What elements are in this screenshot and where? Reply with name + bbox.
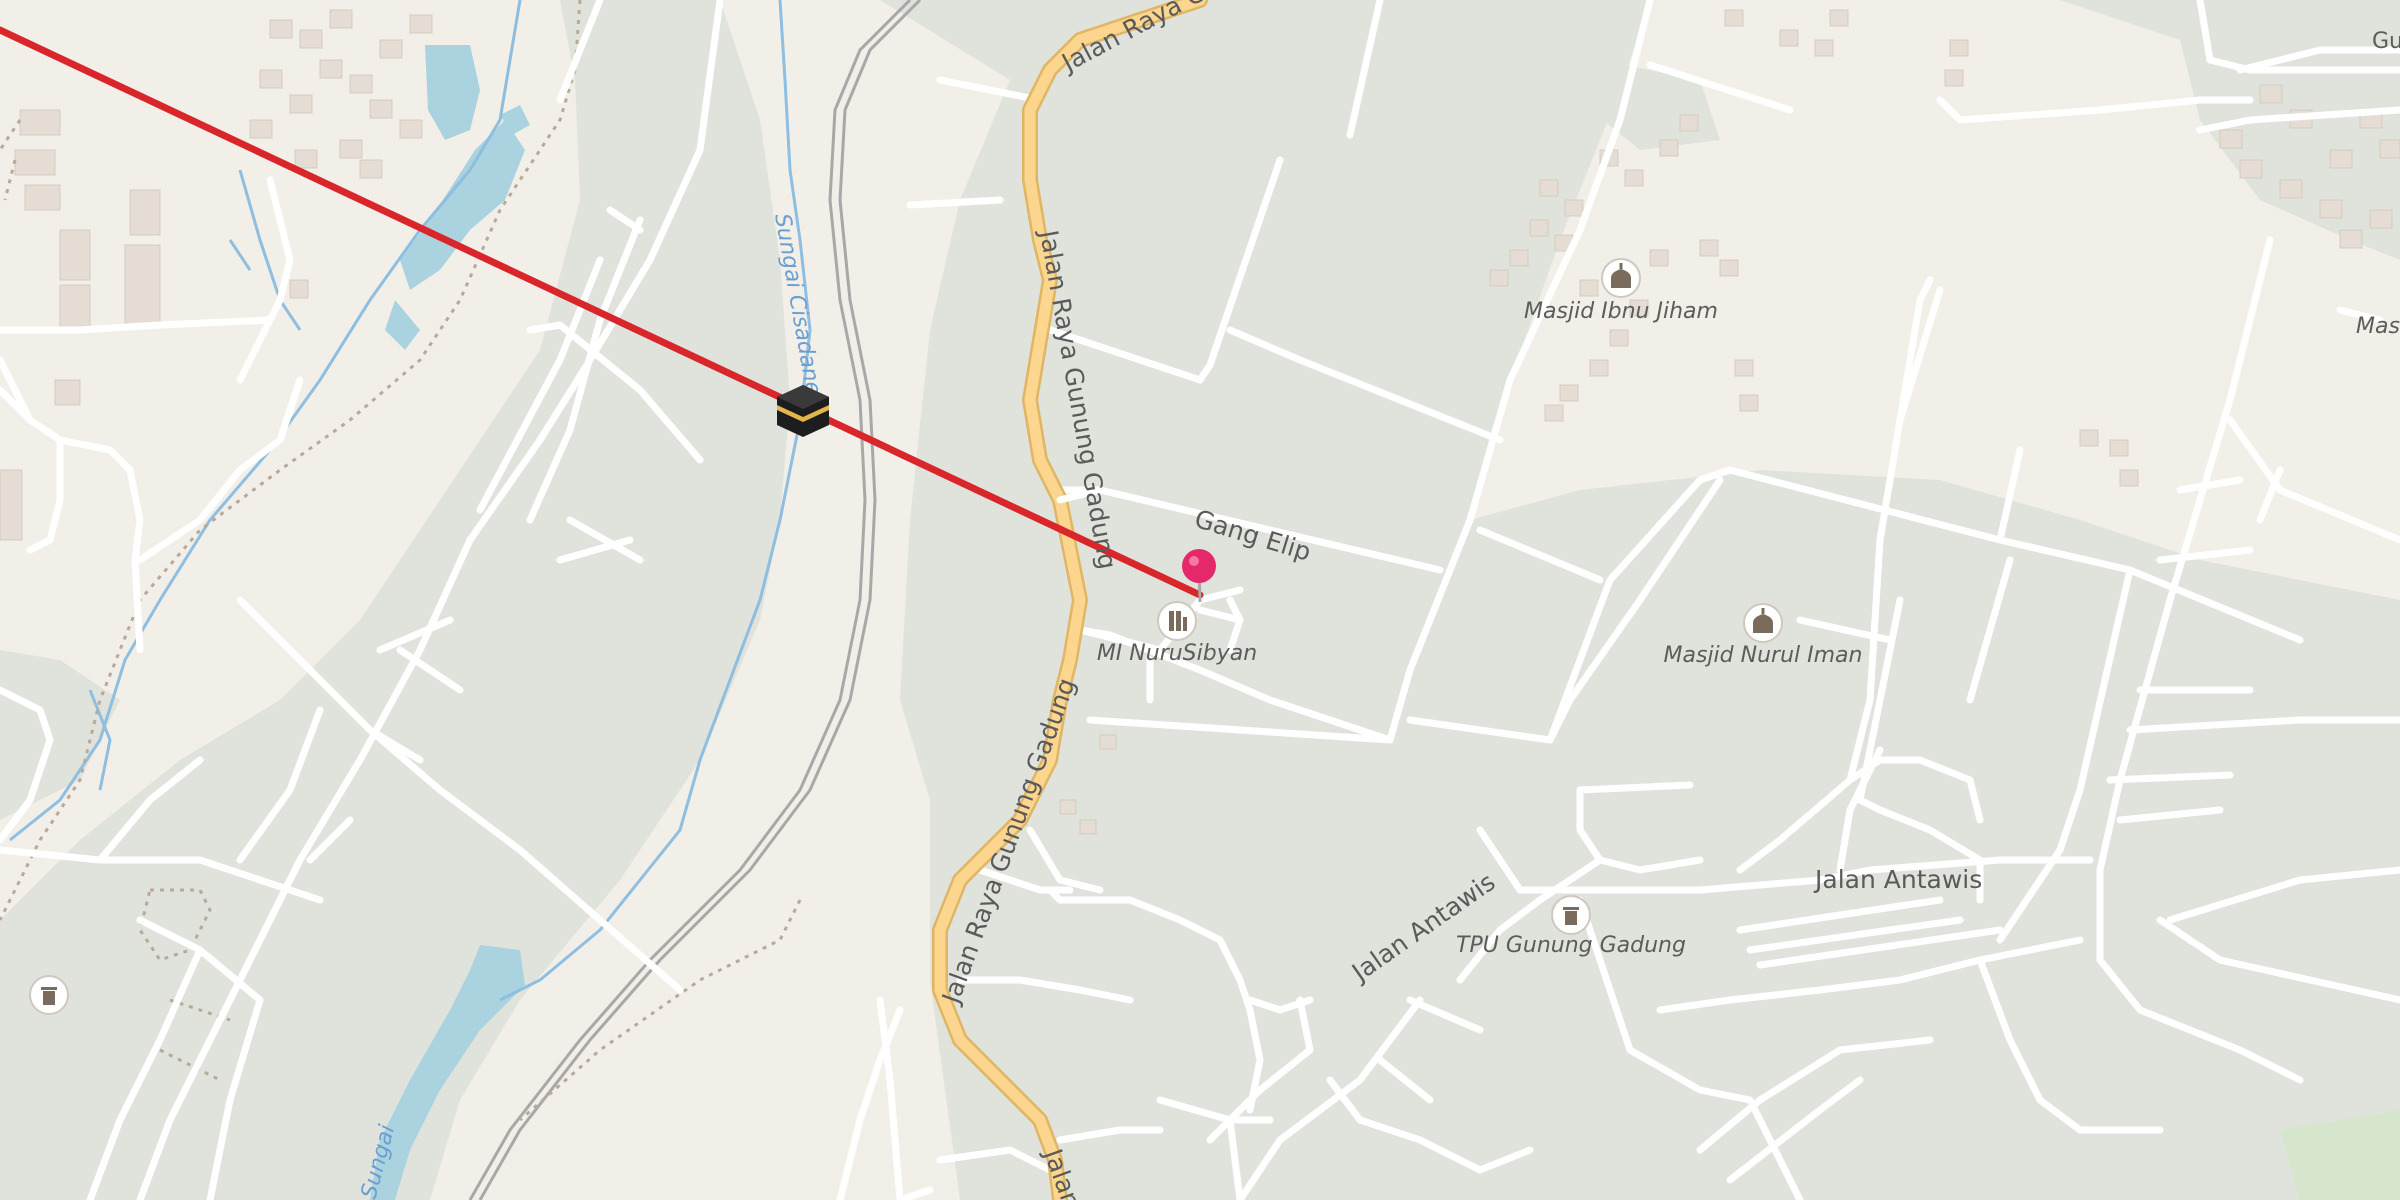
edge-label-top-right: Gu bbox=[2372, 29, 2400, 54]
poi-label: TPU Gunung Gadung bbox=[1456, 933, 1686, 958]
poi-label: MI NuruSibyan bbox=[1097, 641, 1257, 666]
edge-label-right: Mas bbox=[2356, 314, 2400, 339]
mosque-icon bbox=[1601, 258, 1641, 298]
poi-label: Masjid Nurul Iman bbox=[1664, 643, 1863, 668]
cemetery-icon bbox=[1551, 895, 1591, 935]
cemetery-icon[interactable] bbox=[29, 975, 69, 1015]
mosque-icon bbox=[1743, 603, 1783, 643]
school-icon bbox=[1157, 601, 1197, 641]
road-label-antawis-east: Jalan Antawis bbox=[1813, 865, 1982, 894]
map-canvas[interactable]: Jalan Raya Gu Jalan Raya Gunung Gadung J… bbox=[0, 0, 2400, 1200]
poi-label: Masjid Ibnu Jiham bbox=[1524, 299, 1718, 324]
